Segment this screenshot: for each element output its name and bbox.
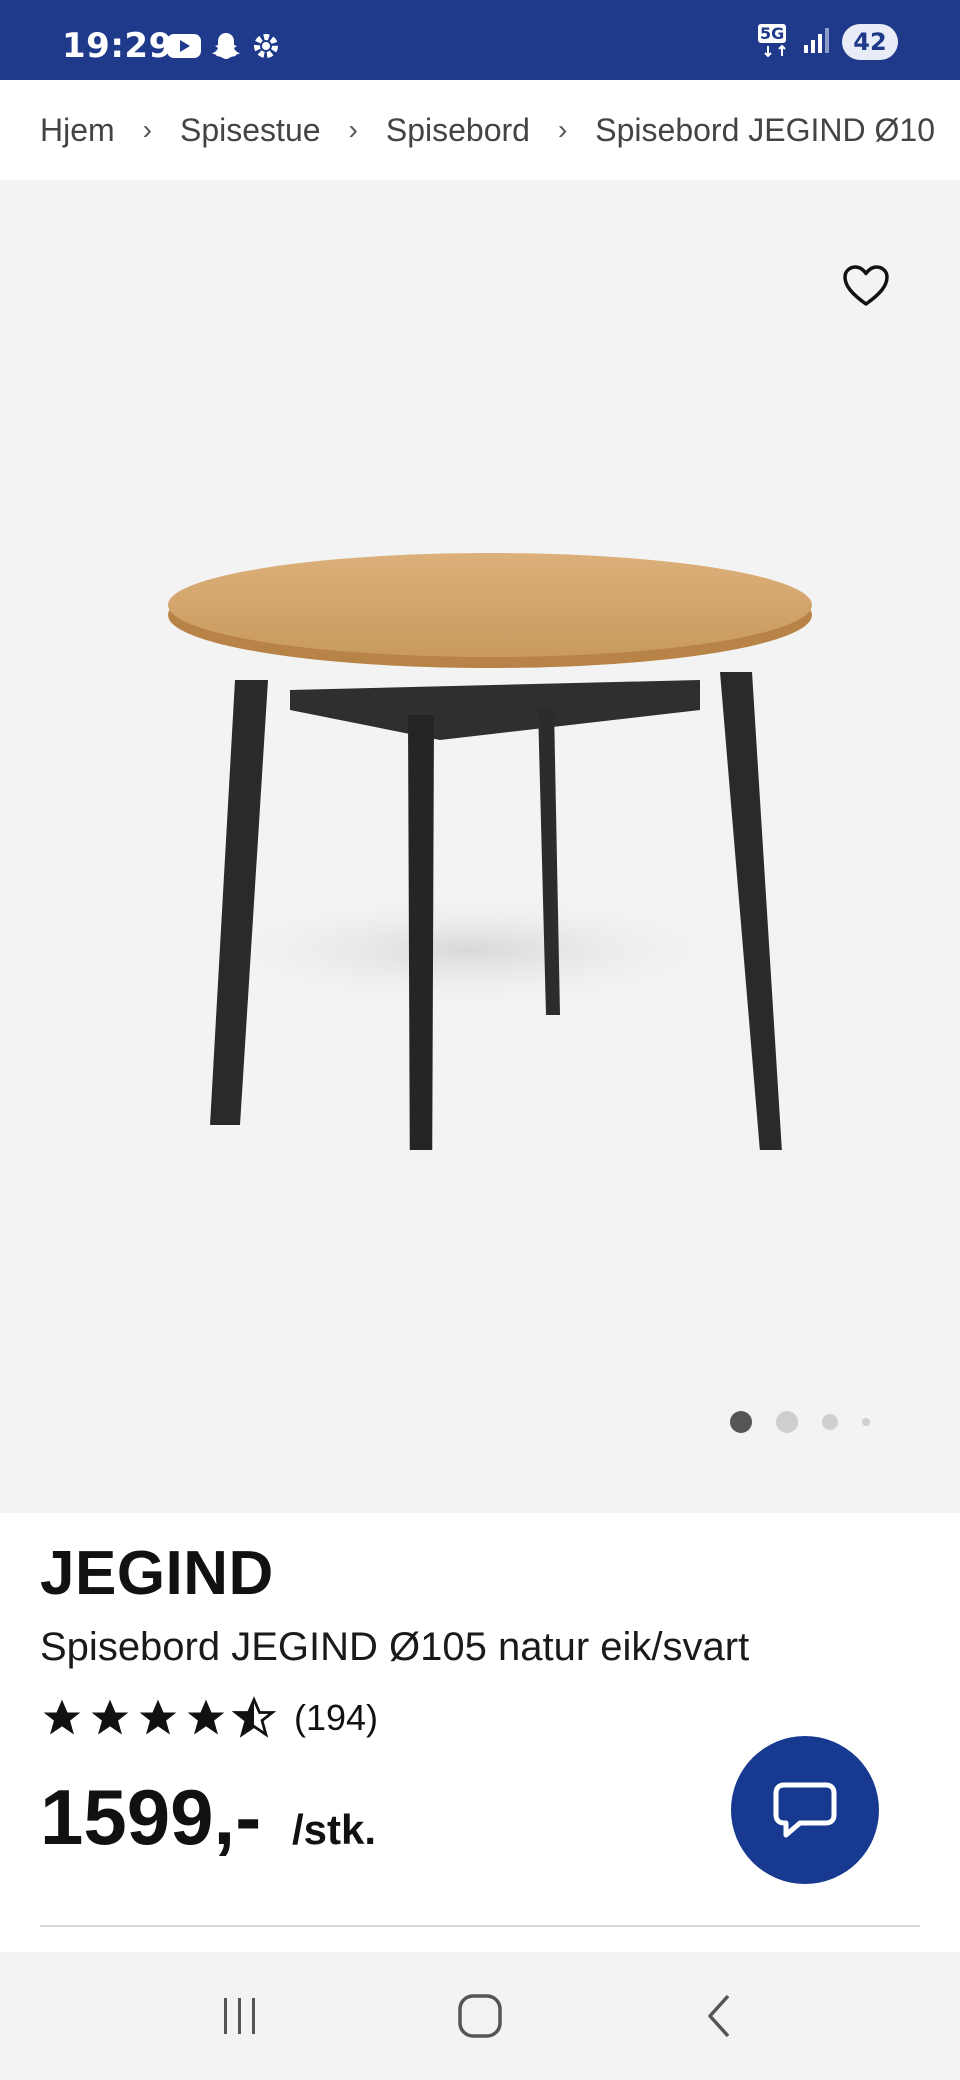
star-filled-icon [139,1699,177,1735]
home-button[interactable] [440,1976,520,2056]
battery-indicator: 42 [842,24,898,60]
product-price: 1599,- [40,1773,262,1861]
rating-stars [40,1696,276,1740]
home-icon [458,1994,502,2038]
star-filled-icon [43,1699,81,1735]
chevron-right-icon: › [557,114,568,145]
breadcrumb-item-spisestue[interactable]: Spisestue [180,112,321,149]
favorite-button[interactable] [838,258,894,314]
back-button[interactable] [680,1976,760,2056]
recent-apps-button[interactable] [200,1976,280,2056]
heart-outline-icon [843,265,889,306]
settings-icon [250,30,282,67]
gallery-pagination [730,1411,870,1433]
pagination-dot[interactable] [822,1414,838,1430]
breadcrumb: Hjem › Spisestue › Spisebord › Spisebord… [0,80,960,180]
star-filled-icon [187,1699,225,1735]
status-system-icons: 5G 42 [758,24,898,60]
chat-button[interactable] [731,1736,879,1884]
status-notification-icons [166,30,282,67]
chevron-right-icon: › [348,114,358,145]
network-5g-icon: 5G [758,24,792,60]
breadcrumb-item-spisebord[interactable]: Spisebord [386,112,530,149]
status-bar: 19:29 5G 42 [0,0,960,80]
review-count: (194) [294,1697,379,1738]
pagination-dot-active[interactable] [730,1411,752,1433]
product-gallery[interactable] [0,180,960,1513]
product-brand: JEGIND [40,1539,274,1608]
breadcrumb-item-home[interactable]: Hjem [40,112,115,149]
price-unit: /stk. [292,1806,377,1853]
recent-apps-icon [224,1998,255,2034]
youtube-icon [166,32,202,65]
system-nav-bar [0,1952,960,2080]
product-image-table [168,553,812,1150]
star-filled-icon [91,1699,129,1735]
status-time: 19:29 [62,26,173,66]
product-name: Spisebord JEGIND Ø105 natur eik/svart [40,1625,750,1669]
breadcrumb-item-current: Spisebord JEGIND Ø10 [595,111,935,148]
section-divider [40,1925,920,1927]
snapchat-icon [210,30,242,67]
network-label: 5G [758,24,787,43]
pagination-dot[interactable] [862,1418,870,1426]
chevron-right-icon: › [142,114,152,145]
pagination-dot[interactable] [776,1411,798,1433]
chat-bubble-icon [773,1782,837,1838]
star-half-icon [232,1696,276,1738]
signal-icon [802,25,832,60]
product-rating[interactable]: (194) [40,1696,378,1740]
back-icon [708,1994,730,2038]
